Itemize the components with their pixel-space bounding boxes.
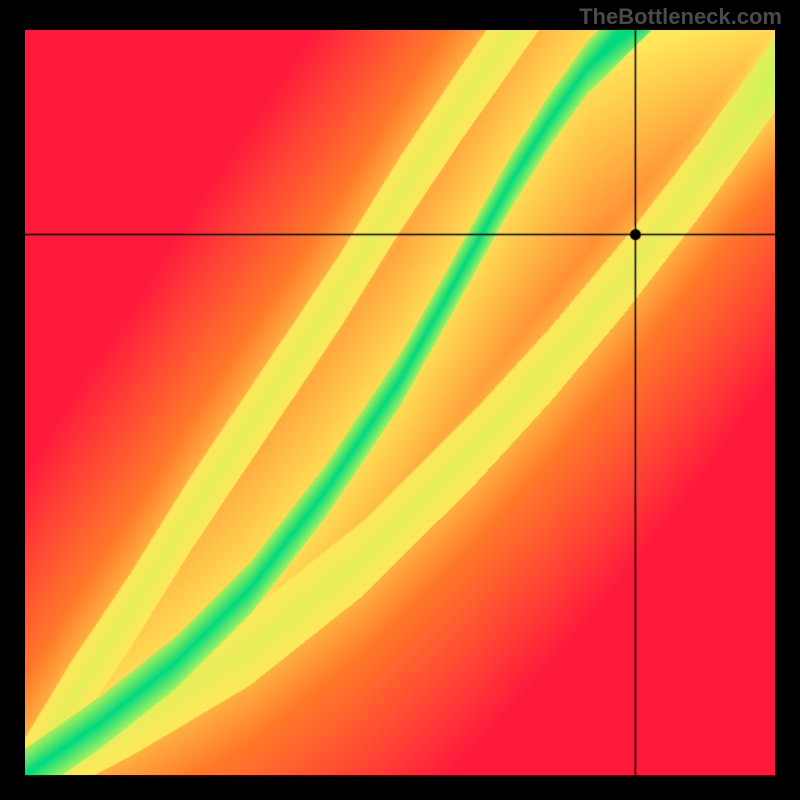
heatmap-canvas (25, 30, 775, 775)
chart-frame: TheBottleneck.com (0, 0, 800, 800)
watermark-text: TheBottleneck.com (579, 4, 782, 30)
